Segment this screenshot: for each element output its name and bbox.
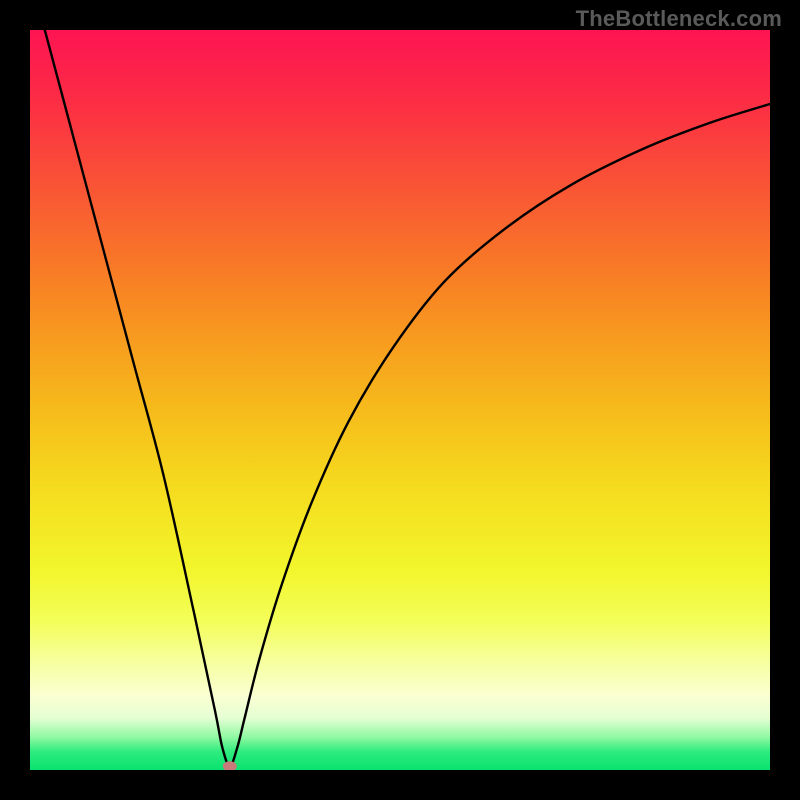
- plot-area: [30, 30, 770, 770]
- chart-svg: [30, 30, 770, 770]
- chart-container: TheBottleneck.com: [0, 0, 800, 800]
- watermark-text: TheBottleneck.com: [576, 6, 782, 32]
